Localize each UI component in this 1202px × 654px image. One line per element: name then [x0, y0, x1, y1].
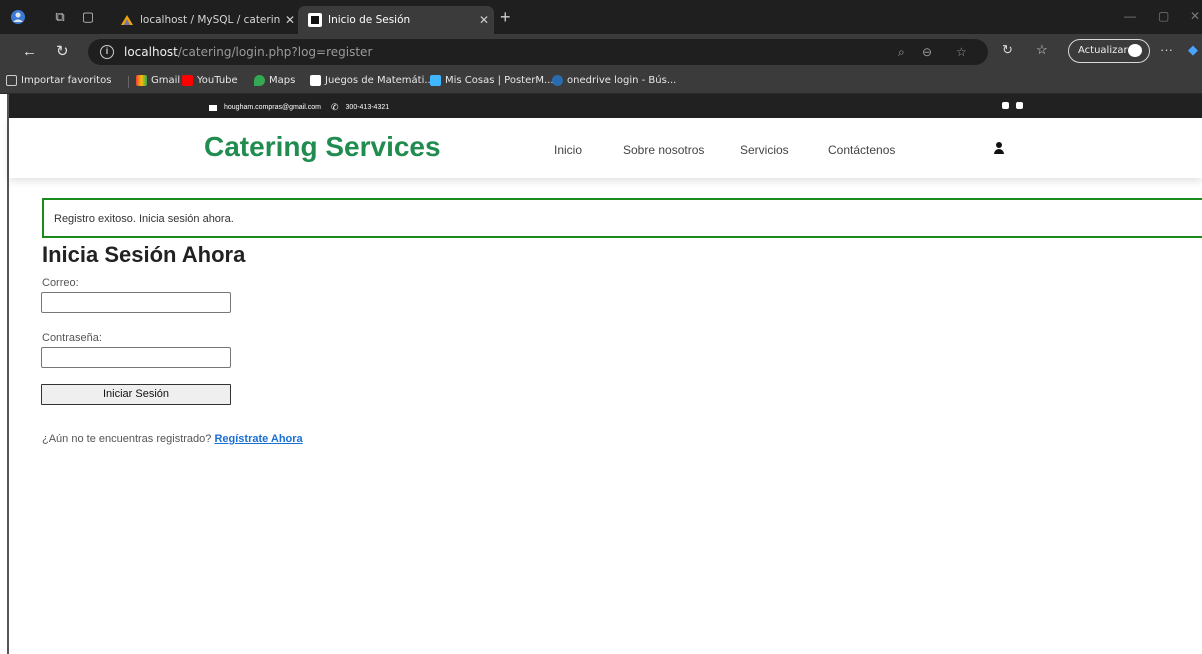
browser-address-bar: ← ↻ i localhost/catering/login.php?log=r… — [0, 34, 1202, 70]
minimize-icon[interactable]: — — [1124, 9, 1136, 23]
favorites-icon[interactable]: ☆ — [1036, 42, 1048, 58]
fav-miscosas[interactable]: Mis Cosas | PosterM... — [430, 75, 554, 86]
extensions-icon[interactable]: ↻ — [1002, 42, 1013, 58]
fav-youtube[interactable]: YouTube — [182, 75, 238, 86]
fav-import[interactable]: Importar favoritos — [6, 75, 111, 86]
browser-profile-icon[interactable] — [10, 9, 26, 25]
favorites-bar: Importar favoritos Gmail YouTube Maps Ju… — [0, 70, 1202, 94]
page-favicon-icon — [308, 13, 322, 27]
contact-info: hougham.compras@gmail.com ✆ 300-413-4321 — [209, 102, 389, 113]
fav-label: onedrive login - Bús... — [567, 75, 677, 86]
site-logo[interactable]: Catering Services — [204, 131, 441, 163]
more-menu-icon[interactable]: ··· — [1160, 42, 1173, 57]
tab-login[interactable]: Inicio de Sesión ✕ — [298, 6, 494, 34]
fav-label: Juegos de Matemáti... — [325, 75, 434, 86]
tab-label: localhost / MySQL / cateringdb / ... — [140, 14, 280, 26]
contact-phone[interactable]: 300-413-4321 — [346, 104, 390, 111]
new-tab-icon[interactable]: + — [500, 8, 511, 26]
password-field[interactable] — [41, 347, 231, 368]
search-icon — [552, 75, 563, 86]
url-text: localhost/catering/login.php?log=registe… — [124, 45, 372, 59]
password-label: Contraseña: — [42, 332, 102, 344]
url-field[interactable]: i localhost/catering/login.php?log=regis… — [88, 39, 988, 65]
fav-label: Importar favoritos — [21, 75, 112, 86]
tab-phpmyadmin[interactable]: localhost / MySQL / cateringdb / ... ✕ — [110, 6, 300, 34]
import-icon — [6, 75, 17, 86]
nav-inicio[interactable]: Inicio — [554, 143, 582, 157]
update-button[interactable]: Actualizar — [1068, 39, 1150, 63]
phone-icon: ✆ — [330, 102, 339, 112]
tab-actions-icon[interactable]: ▢ — [80, 9, 96, 25]
youtube-icon — [182, 75, 193, 86]
social-links — [1002, 102, 1023, 109]
fav-label: YouTube — [197, 75, 238, 86]
copilot-icon[interactable]: ◆ — [1188, 42, 1198, 58]
page-title: Inicia Sesión Ahora — [42, 242, 246, 267]
coolmath-icon — [310, 75, 321, 86]
fav-maps[interactable]: Maps — [254, 75, 295, 86]
gmail-icon — [136, 75, 147, 86]
read-aloud-icon[interactable]: ⊖ — [922, 45, 932, 59]
fav-label: Maps — [269, 75, 296, 86]
browser-tab-bar: ⧉ ▢ localhost / MySQL / cateringdb / ...… — [0, 0, 1202, 34]
close-tab-icon[interactable]: ✕ — [280, 13, 300, 27]
fav-gmail[interactable]: Gmail — [136, 75, 180, 86]
fav-onedrive[interactable]: onedrive login - Bús... — [552, 75, 676, 86]
facebook-icon[interactable] — [1016, 102, 1023, 109]
login-button[interactable]: Iniciar Sesión — [41, 384, 231, 405]
register-prompt-text: ¿Aún no te encuentras registrado? — [42, 433, 212, 445]
success-alert: Registro exitoso. Inicia sesión ahora. — [42, 198, 1202, 238]
contact-topbar: hougham.compras@gmail.com ✆ 300-413-4321 — [9, 94, 1202, 118]
maximize-icon[interactable]: ▢ — [1158, 9, 1169, 23]
maps-icon — [254, 75, 265, 86]
update-icon — [1128, 44, 1142, 57]
update-label: Actualizar — [1078, 45, 1128, 56]
url-host: localhost — [124, 45, 178, 59]
nav-servicios[interactable]: Servicios — [740, 143, 789, 157]
tab-label: Inicio de Sesión — [328, 14, 411, 26]
favorites-divider — [128, 76, 129, 88]
window-left-edge — [0, 94, 9, 654]
phpmyadmin-icon — [121, 15, 133, 25]
info-icon[interactable]: i — [100, 45, 114, 59]
page-viewport: hougham.compras@gmail.com ✆ 300-413-4321… — [9, 94, 1202, 654]
url-path: /catering/login.php?log=register — [177, 45, 373, 59]
site-header: Catering Services Inicio Sobre nosotros … — [9, 118, 1202, 178]
email-field[interactable] — [41, 292, 231, 313]
close-window-icon[interactable]: ✕ — [1190, 9, 1200, 23]
zoom-icon[interactable]: ⌕ — [898, 45, 905, 60]
nav-sobre-nosotros[interactable]: Sobre nosotros — [623, 143, 704, 157]
instagram-icon[interactable] — [1002, 102, 1009, 109]
contact-email[interactable]: hougham.compras@gmail.com — [224, 104, 321, 111]
favorite-star-icon[interactable]: ☆ — [956, 45, 967, 59]
mail-icon — [209, 104, 217, 111]
fav-label: Mis Cosas | PosterM... — [445, 75, 554, 86]
close-tab-icon[interactable]: ✕ — [474, 13, 494, 27]
fav-label: Gmail — [151, 75, 181, 86]
workspaces-icon[interactable]: ⧉ — [52, 9, 68, 25]
register-prompt: ¿Aún no te encuentras registrado? Regíst… — [42, 433, 303, 445]
fav-juegos[interactable]: Juegos de Matemáti... — [310, 75, 434, 86]
user-icon[interactable] — [994, 142, 1004, 154]
email-label: Correo: — [42, 277, 79, 289]
postermywall-icon — [430, 75, 441, 86]
refresh-icon[interactable]: ↻ — [56, 43, 69, 61]
register-link[interactable]: Regístrate Ahora — [214, 433, 302, 445]
back-icon[interactable]: ← — [22, 43, 37, 61]
nav-contactenos[interactable]: Contáctenos — [828, 143, 895, 157]
